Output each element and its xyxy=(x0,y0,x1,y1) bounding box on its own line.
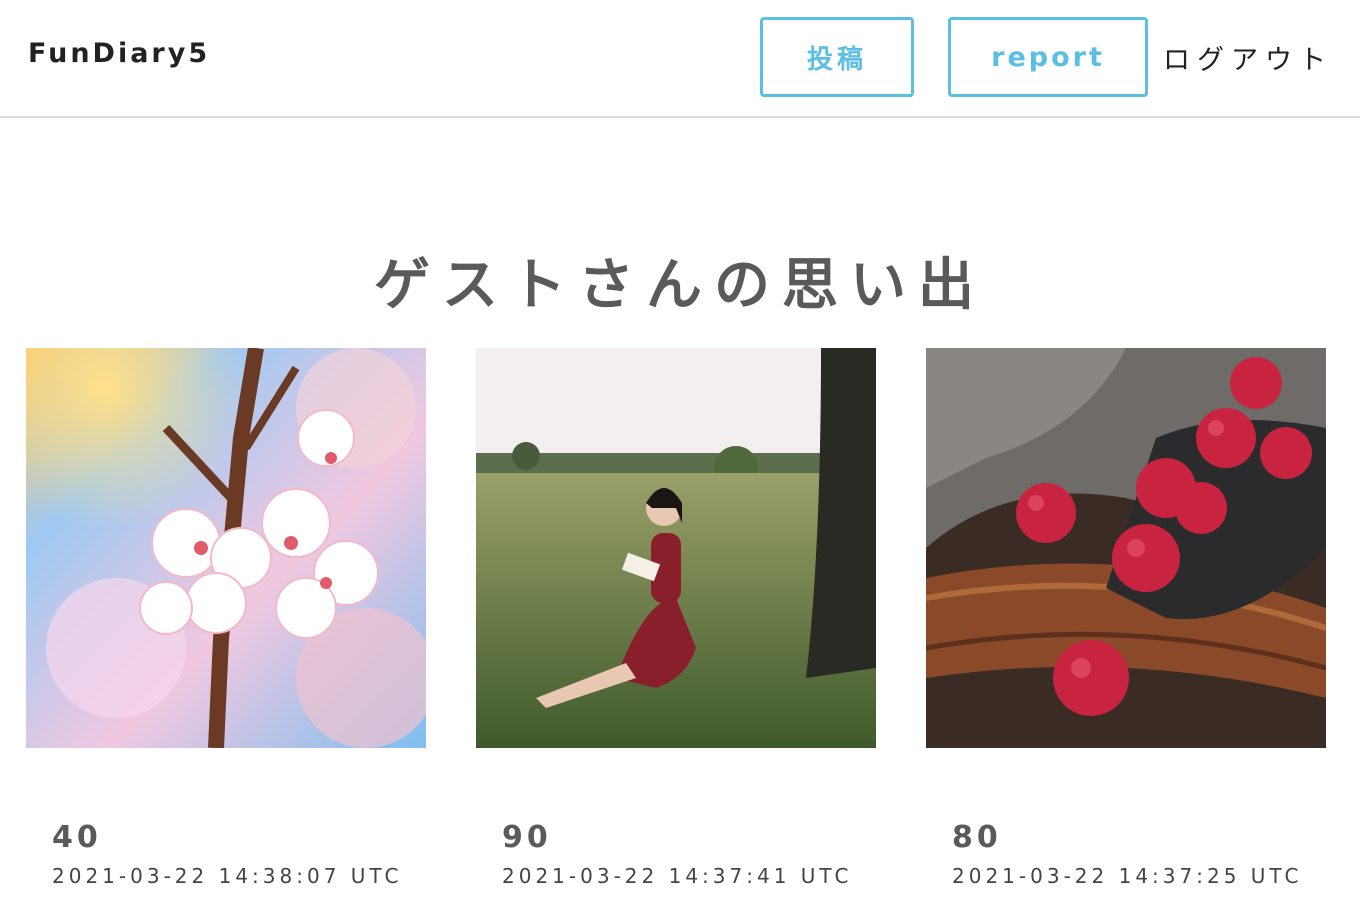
site-header: FunDiary5 投稿 report ログアウト xyxy=(0,0,1360,118)
site-logo[interactable]: FunDiary5 xyxy=(28,38,210,69)
post-date: 2021-03-22 14:37:25 UTC xyxy=(952,864,1303,888)
post-date: 2021-03-22 14:37:41 UTC xyxy=(502,864,853,888)
post-button[interactable]: 投稿 xyxy=(760,17,914,97)
raspberries-photo[interactable] xyxy=(926,348,1326,748)
post-card: 40 2021-03-22 14:38:07 UTC xyxy=(26,348,426,888)
post-score: 80 xyxy=(952,820,1002,855)
page-title: ゲストさんの思い出 xyxy=(374,253,986,318)
cherry-blossom-photo[interactable] xyxy=(26,348,426,748)
girl-reading-in-field-photo[interactable] xyxy=(476,348,876,748)
post-score: 40 xyxy=(52,820,102,855)
report-button[interactable]: report xyxy=(948,17,1148,97)
post-card: 90 2021-03-22 14:37:41 UTC xyxy=(476,348,876,888)
post-date: 2021-03-22 14:38:07 UTC xyxy=(52,864,403,888)
post-score: 90 xyxy=(502,820,552,855)
post-card: 80 2021-03-22 14:37:25 UTC xyxy=(926,348,1326,888)
logout-link[interactable]: ログアウト xyxy=(1163,38,1333,77)
